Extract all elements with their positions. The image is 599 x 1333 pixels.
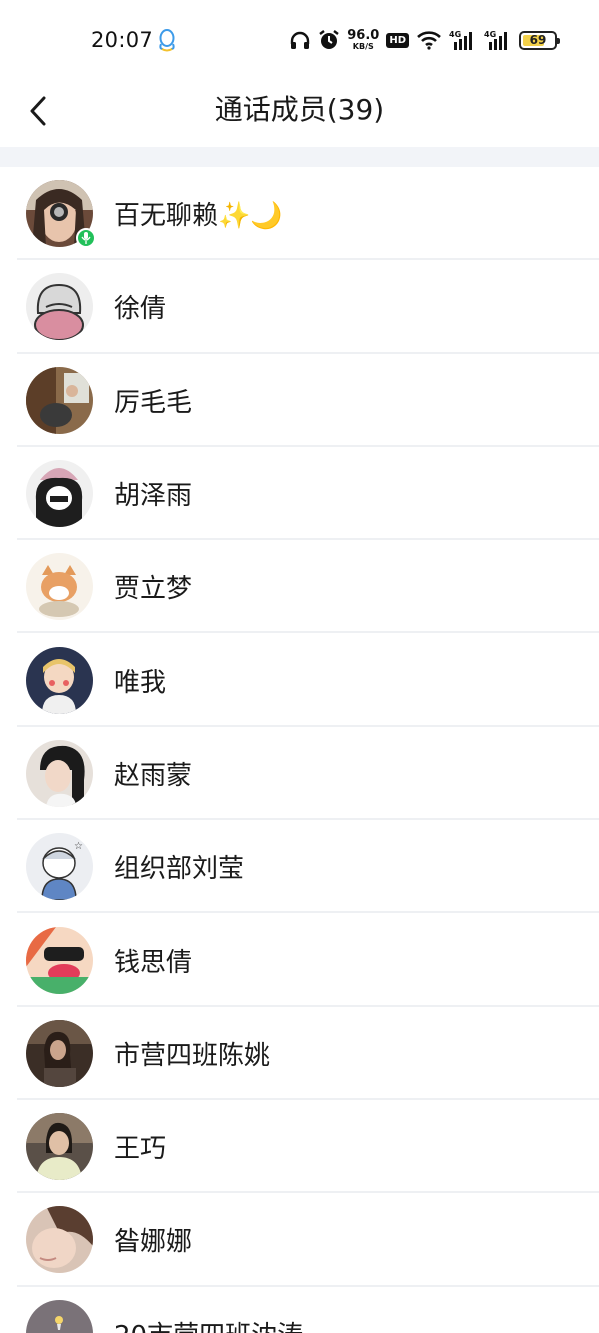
avatar	[26, 553, 93, 621]
member-name: 组织部刘莹	[114, 854, 245, 885]
member-name: 厉毛毛	[114, 387, 193, 418]
member-row[interactable]: ☆ 组织部刘莹	[0, 820, 599, 914]
avatar	[26, 1113, 93, 1181]
member-name: 20市营四班沈涛	[114, 1315, 303, 1333]
member-row[interactable]: 胡泽雨	[0, 447, 599, 541]
status-icons: 96.0 KB/S HD 4G 4G 69	[289, 26, 560, 54]
member-row[interactable]: 贾立梦	[0, 540, 599, 634]
svg-text:☆: ☆	[74, 841, 83, 852]
avatar	[26, 273, 93, 341]
member-name: 胡泽雨	[114, 481, 193, 512]
status-bar: 20:07 96.0 KB/S HD 4G 4G 69	[0, 0, 599, 80]
net-speed: 96.0 KB/S	[347, 29, 379, 51]
signal-2-label: 4G	[484, 30, 496, 39]
battery-icon: 69	[519, 30, 560, 50]
member-name: 钱思倩	[114, 947, 193, 978]
member-list: 百无聊赖✨🌙 徐倩 厉毛毛 胡泽雨 贾立梦 唯我 赵雨蒙 ☆ 组织部刘莹 钱思倩…	[0, 167, 599, 1333]
avatar	[26, 739, 93, 807]
member-row[interactable]: 厉毛毛	[0, 354, 599, 448]
member-name: 市营四班陈姚	[114, 1040, 271, 1071]
battery-level: 69	[529, 33, 547, 47]
avatar	[26, 1019, 93, 1087]
member-row[interactable]: 百无聊赖✨🌙	[0, 167, 599, 261]
member-name: 赵雨蒙	[114, 760, 193, 791]
avatar	[26, 366, 93, 434]
signal-1-label: 4G	[449, 30, 461, 39]
member-row[interactable]: 赵雨蒙	[0, 727, 599, 821]
member-row[interactable]: 钱思倩	[0, 913, 599, 1007]
app-header: 通话成员(39)	[0, 80, 599, 146]
mic-speaking-icon	[76, 228, 96, 248]
member-name: 王巧	[114, 1134, 167, 1165]
avatar	[26, 926, 93, 994]
member-row[interactable]: 王巧	[0, 1100, 599, 1194]
member-name: 唯我	[114, 667, 167, 698]
member-name: 徐倩	[114, 294, 167, 325]
member-name: 昝娜娜	[114, 1227, 193, 1258]
net-speed-unit: KB/S	[352, 42, 374, 51]
avatar	[26, 1206, 93, 1274]
section-divider	[0, 147, 599, 167]
signal-icon: 4G	[449, 30, 472, 50]
member-row[interactable]: 20市营四班沈涛	[0, 1287, 599, 1333]
member-name: 百无聊赖✨🌙	[114, 201, 283, 232]
avatar: ☆	[26, 833, 93, 901]
avatar	[26, 646, 93, 714]
signal-icon: 4G	[484, 30, 507, 50]
member-row[interactable]: 徐倩	[0, 260, 599, 354]
member-row[interactable]: 市营四班陈姚	[0, 1007, 599, 1101]
page-title: 通话成员(39)	[214, 93, 385, 126]
avatar	[26, 1299, 93, 1333]
qq-icon	[156, 28, 178, 52]
hd-badge: HD	[386, 32, 409, 48]
member-row[interactable]: 昝娜娜	[0, 1193, 599, 1287]
avatar	[26, 460, 93, 528]
wifi-icon	[417, 31, 441, 50]
headphones-icon	[291, 31, 310, 49]
member-row[interactable]: 唯我	[0, 633, 599, 728]
net-speed-value: 96.0	[347, 28, 380, 43]
member-name: 贾立梦	[114, 574, 193, 605]
status-time: 20:07	[91, 28, 154, 52]
alarm-icon	[319, 30, 339, 49]
